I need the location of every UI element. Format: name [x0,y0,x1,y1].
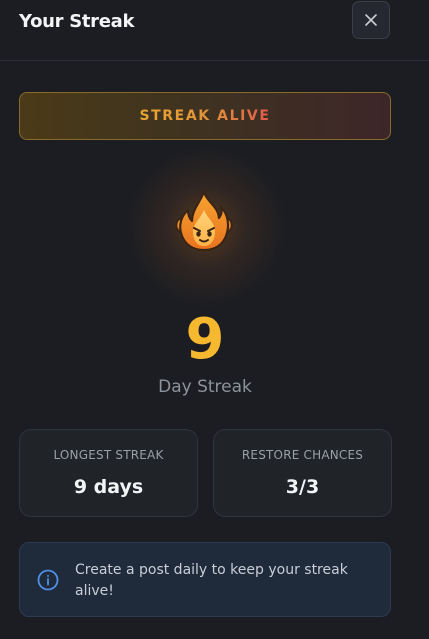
longest-streak-card: LONGEST STREAK 9 days [19,429,198,517]
restore-chances-label: RESTORE CHANCES [241,448,364,462]
close-icon [365,14,377,26]
longest-streak-value: 9 days [73,476,144,498]
close-button[interactable] [352,1,390,39]
modal-title: Your Streak [19,11,135,32]
streak-status-label: STREAK ALIVE [139,108,271,124]
flame-icon [175,190,233,252]
restore-chances-value: 3/3 [285,476,320,498]
restore-chances-card: RESTORE CHANCES 3/3 [213,429,392,517]
modal-header: Your Streak [0,0,429,61]
info-text: Create a post daily to keep your streak … [75,562,348,599]
streak-count: 9 [185,307,225,372]
streak-status-banner: STREAK ALIVE [19,92,391,140]
streak-count-label: Day Streak [158,377,252,397]
info-icon [37,569,59,591]
longest-streak-label: LONGEST STREAK [53,448,164,462]
info-message: Create a post daily to keep your streak … [19,542,391,617]
